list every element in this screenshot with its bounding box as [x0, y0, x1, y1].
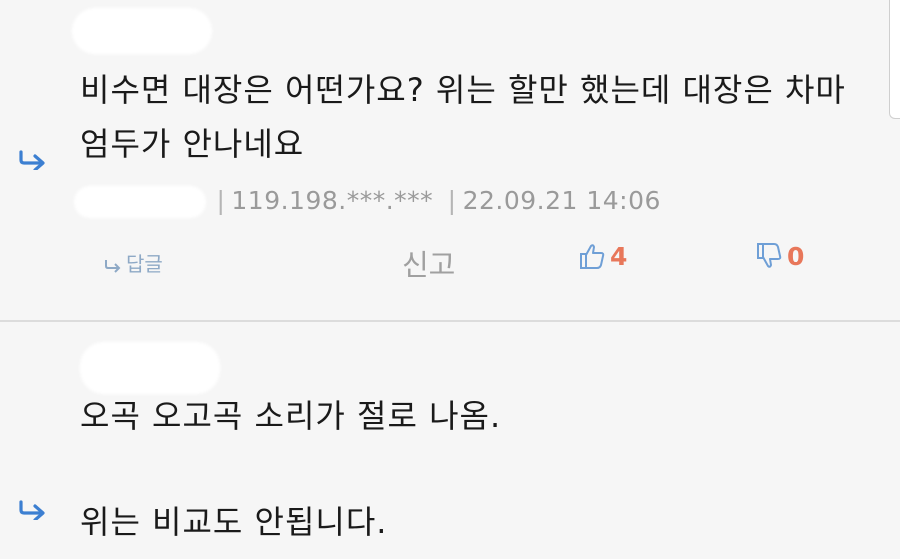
dislike-count: 0: [787, 242, 805, 271]
reply-button[interactable]: 답글: [104, 248, 163, 277]
report-button[interactable]: 신고: [402, 242, 455, 284]
comment-body: 비수면 대장은 어떤가요? 위는 할만 했는데 대장은 차마 엄두가 안나네요: [80, 71, 846, 163]
dislike-button[interactable]: 0: [755, 242, 804, 271]
thumbs-down-icon: [757, 243, 782, 268]
redacted-author: [80, 342, 220, 394]
reply-small-icon: [105, 260, 121, 273]
comment-item: 비수면 대장은 어떤가요? 위는 할만 했는데 대장은 차마 엄두가 안나네요 …: [0, 0, 900, 321]
thumbs-up-icon: [580, 244, 605, 269]
comment-item: 오곡 오고곡 소리가 절로 나옴. 위는 비교도 안됩니다.: [0, 322, 900, 559]
reply-arrow-icon: [19, 150, 45, 170]
redacted-author-meta: [74, 186, 206, 218]
reply-label: 답글: [126, 252, 163, 276]
comment-date: 22.09.21 14:06: [462, 186, 661, 215]
reply-arrow-icon: [19, 500, 45, 520]
like-button[interactable]: 4: [578, 242, 627, 271]
comment-body: 오곡 오고곡 소리가 절로 나옴. 위는 비교도 안됩니다.: [80, 397, 502, 541]
comment-ip: 119.198.***.***: [231, 186, 434, 215]
comment-actions: 답글 신고 4 0: [0, 240, 900, 284]
like-count: 4: [610, 242, 628, 271]
redacted-author: [72, 8, 212, 54]
